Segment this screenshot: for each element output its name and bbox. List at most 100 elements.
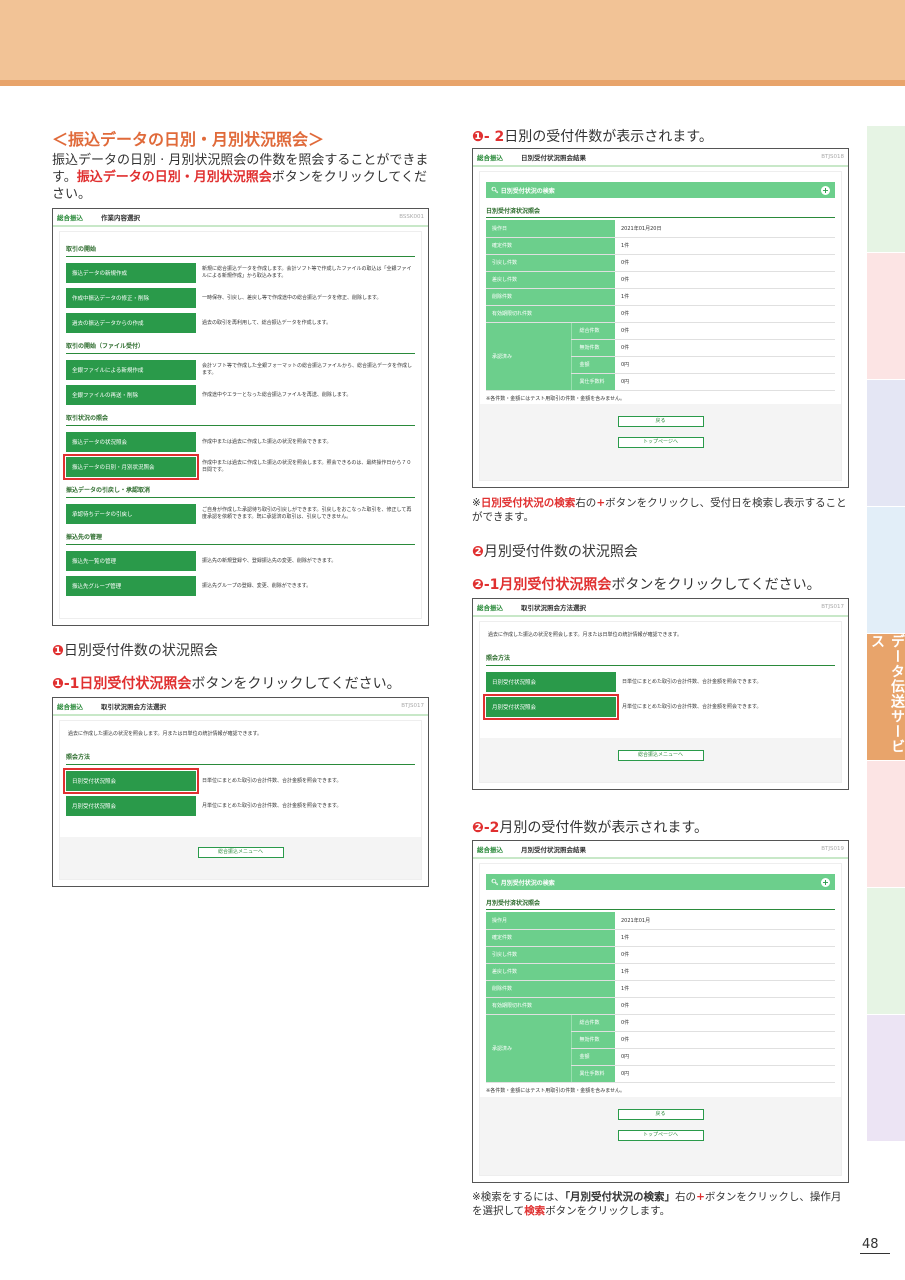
- footer-area: 戻る トップページへ: [480, 1097, 841, 1175]
- monthly-status-button[interactable]: 月別受付状況照会: [483, 694, 619, 720]
- screen-header: 総合振込 取引状況照会方法選択 BTJS017: [473, 599, 848, 617]
- back-button[interactable]: 戻る: [617, 1109, 704, 1120]
- table-row: 引戻し件数 0件: [486, 254, 835, 272]
- page-number-rule: [860, 1253, 890, 1254]
- page-number: 48: [862, 1237, 879, 1252]
- table-row: 引戻し件数 0件: [486, 946, 835, 964]
- daily-status-button[interactable]: 日別受付状況照会: [63, 768, 199, 794]
- row-label: 確定件数: [486, 929, 615, 947]
- side-tab-7[interactable]: [867, 888, 905, 1015]
- side-tab-6[interactable]: [867, 761, 905, 888]
- screen-header: 総合振込 月別受付状況照会結果 BTJS019: [473, 841, 848, 859]
- menu-button[interactable]: 総合振込メニューへ: [617, 750, 704, 761]
- menu-button[interactable]: 振込データの新規作成: [66, 263, 196, 283]
- group-title: 照会方法: [486, 653, 835, 666]
- screen-code: BTJS017: [401, 703, 424, 709]
- row-value: 1件: [615, 929, 835, 947]
- monthly-search-bar[interactable]: 🔍︎ 月別受付状況の検索 +: [486, 874, 835, 890]
- row-label: 操作日: [486, 220, 615, 238]
- daily-status-desc: 日単位にまとめた取引の合計件数、合計金額を照会できます。: [202, 777, 342, 784]
- menu-button[interactable]: 総合振込メニューへ: [197, 847, 284, 858]
- note-search: 検索: [524, 1205, 546, 1217]
- screen-body: 過去に作成した振込の状況を照会します。月または日単位の統計情報が確認できます。 …: [59, 720, 422, 880]
- screen-code: BTJS017: [821, 604, 844, 610]
- note-highlight: 「月別受付状況の検索」: [564, 1191, 676, 1203]
- side-tab-8[interactable]: [867, 1015, 905, 1142]
- monthly-status-button[interactable]: 月別受付状況照会: [66, 796, 196, 816]
- side-tab-2[interactable]: [867, 253, 905, 380]
- top-page-button[interactable]: トップページへ: [617, 437, 704, 448]
- side-tab-4[interactable]: [867, 507, 905, 634]
- menu-button[interactable]: 振込先一覧の管理: [66, 551, 196, 571]
- table-row: 削除件数 1件: [486, 288, 835, 306]
- screen-brand: 総合振込: [57, 703, 83, 711]
- row-label: 引戻し件数: [486, 946, 615, 964]
- row-label: 無効件数: [570, 1031, 615, 1049]
- menu-row: 振込データの日別・月別状況照会 作成中または過去に作成した振込の状況を照会します。…: [63, 454, 415, 480]
- side-tab-1[interactable]: [867, 126, 905, 253]
- header-line: [0, 80, 905, 86]
- menu-button[interactable]: 振込先グループ管理: [66, 576, 196, 596]
- side-tab-3[interactable]: [867, 380, 905, 507]
- screen-code: BTJS018: [821, 154, 844, 160]
- menu-row: 過去の振込データからの作成 過去の取引を再利用して、総合振込データを作成します。: [66, 313, 415, 333]
- screenshot-method-select-daily: 総合振込 取引状況照会方法選択 BTJS017 過去に作成した振込の状況を照会します…: [52, 697, 429, 887]
- menu-button[interactable]: 全銀ファイルの再送・削除: [66, 385, 196, 405]
- screenshot-daily-result: 総合振込 日別受付状況照会結果 BTJS018 🔍︎ 日別受付状況の検索 + 日別受付…: [472, 148, 849, 488]
- step2-2-heading: ❷-2月別の受付件数が表示されます。: [472, 817, 708, 837]
- row-label: 確定件数: [486, 237, 615, 255]
- monthly-status-desc: 月単位にまとめた取引の合計件数、合計金額を照会できます。: [622, 703, 762, 710]
- row-value: 0件: [615, 305, 835, 323]
- screen-code: BSSK001: [399, 214, 424, 220]
- row-label: 異仕手数料: [570, 1065, 615, 1083]
- step2-1-num: ❷-1: [472, 577, 500, 593]
- table-row: 確定件数 1件: [486, 237, 835, 255]
- note-mark: ※: [472, 497, 481, 509]
- screen-body: 過去に作成した振込の状況を照会します。月または日単位の統計情報が確認できます。 …: [479, 621, 842, 783]
- screen-brand: 総合振込: [57, 214, 83, 222]
- note-mid: 右の: [675, 1191, 697, 1203]
- screen-brand: 総合振込: [477, 846, 503, 854]
- row-label: 有効期限切れ件数: [486, 305, 615, 323]
- result-title: 日別受付済状況照会: [486, 206, 835, 218]
- plus-icon[interactable]: +: [821, 877, 830, 887]
- menu-button[interactable]: 全銀ファイルによる新規作成: [66, 360, 196, 380]
- back-button[interactable]: 戻る: [617, 416, 704, 427]
- menu-desc: 新規に総合振込データを作成します。会計ソフト等で作成したファイルの取込は「全銀フ…: [202, 266, 412, 279]
- top-page-button[interactable]: トップページへ: [617, 1130, 704, 1141]
- row-label: 総合件数: [570, 322, 615, 340]
- menu-button[interactable]: 過去の振込データからの作成: [66, 313, 196, 333]
- step1-1-highlight: 日別受付状況照会: [79, 676, 192, 692]
- screen-title: 日別受付状況照会結果: [521, 154, 586, 162]
- screen-brand: 総合振込: [477, 154, 503, 162]
- intro-highlight: 振込データの日別・月別状況照会: [76, 170, 272, 185]
- row-value: 0件: [615, 1031, 835, 1049]
- note-mid: 右の: [575, 497, 597, 509]
- table-row: 有効期限切れ件数 0件: [486, 305, 835, 323]
- row-label: 金額: [570, 356, 615, 374]
- menu-button[interactable]: 振込データの日別・月別状況照会: [63, 454, 199, 480]
- plus-icon[interactable]: +: [821, 185, 830, 195]
- menu-desc: 過去の取引を再利用して、総合振込データを作成します。: [202, 319, 332, 326]
- result-table: 操作月 2021年01月 確定件数 1件 引戻し件数 0件 差戻し件数 1件 削除件数 1件 有効期…: [486, 912, 835, 1083]
- screen-desc: 過去に作成した振込の状況を照会します。月または日単位の統計情報が確認できます。: [488, 632, 683, 638]
- daily-search-bar[interactable]: 🔍︎ 日別受付状況の検索 +: [486, 182, 835, 198]
- row-label: 差戻し件数: [486, 271, 615, 289]
- intro-text: 振込データの日別 · 月別状況照会の件数を照会することができます。振込データの日…: [52, 152, 430, 203]
- menu-button[interactable]: 振込データの状況照会: [66, 432, 196, 452]
- note-highlight: 日別受付状況の検索: [480, 497, 576, 509]
- row-label: 操作月: [486, 912, 615, 930]
- menu-button[interactable]: 承認待ちデータの引戻し: [66, 504, 196, 524]
- note-monthly: ※検索をするには、「月別受付状況の検索」右の+ボタンをクリックし、操作月を選択し…: [472, 1190, 850, 1218]
- menu-desc: 作成途中やエラーとなった総合振込ファイルを再送、削除します。: [202, 391, 352, 398]
- method-row-daily: 日別受付状況照会 日単位にまとめた取引の合計件数、合計金額を照会できます。: [63, 768, 415, 794]
- screen-body: 🔍︎ 月別受付状況の検索 + 月別受付済状況照会 操作月 2021年01月 確定件数 1…: [479, 863, 842, 1176]
- row-label: 削除件数: [486, 288, 615, 306]
- step1-1-num: ❶-1: [52, 676, 80, 692]
- daily-status-button[interactable]: 日別受付状況照会: [486, 672, 616, 692]
- table-row: 差戻し件数 1件: [486, 963, 835, 981]
- menu-button[interactable]: 作成中振込データの修正・削除: [66, 288, 196, 308]
- side-tab-data-service[interactable]: データ伝送サービス: [867, 634, 905, 761]
- group-title: 取引の開始: [66, 244, 415, 257]
- screen-title: 取引状況照会方法選択: [521, 604, 586, 612]
